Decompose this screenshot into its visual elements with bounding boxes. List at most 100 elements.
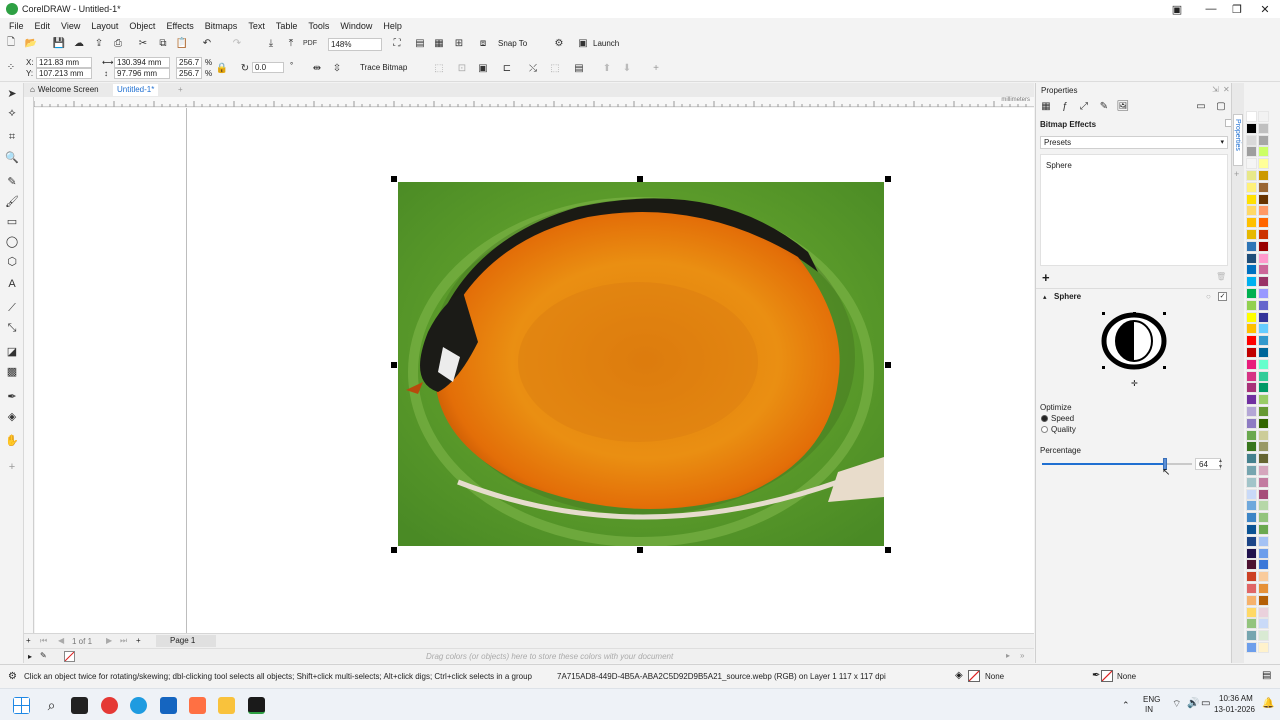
menu-file[interactable]: File [4, 21, 29, 31]
palette-swatch[interactable] [1258, 547, 1269, 559]
store-icon[interactable] [160, 697, 177, 714]
palette-swatch[interactable] [1246, 347, 1257, 358]
palette-swatch[interactable] [1258, 535, 1269, 547]
last-page-icon[interactable]: ⏭ [120, 636, 127, 646]
eyedropper-tray-icon[interactable]: ✎ [40, 651, 47, 660]
palette-swatch[interactable] [1258, 524, 1269, 535]
full-screen-icon[interactable]: ▤ [413, 36, 427, 50]
palette-swatch[interactable] [1246, 170, 1257, 181]
palette-swatch[interactable] [1246, 512, 1257, 524]
coreldraw-taskbar-icon[interactable] [248, 697, 265, 714]
import-icon[interactable]: ⤓ [264, 36, 278, 50]
to-front-icon[interactable]: ⬆ [600, 61, 614, 75]
menu-window[interactable]: Window [335, 21, 377, 31]
first-page-icon[interactable]: ⏮ [40, 636, 47, 646]
launch-icon[interactable]: ▣ [576, 36, 590, 50]
palette-swatch[interactable] [1258, 146, 1269, 158]
save-icon[interactable]: 💾 [52, 36, 66, 50]
ellipse-tool-icon[interactable]: ◯ [4, 233, 20, 249]
rectangle-tool-icon[interactable]: ▭ [4, 213, 20, 229]
palette-swatch[interactable] [1246, 134, 1257, 146]
collapse-arrow-icon[interactable]: ▴ [1043, 293, 1047, 301]
menu-edit[interactable]: Edit [30, 21, 56, 31]
palette-swatch[interactable] [1258, 134, 1269, 146]
effect-enabled-checkbox[interactable]: ✓ [1218, 292, 1227, 301]
palette-swatch[interactable] [1246, 618, 1257, 630]
sphere-center-preview[interactable] [1100, 311, 1168, 371]
palette-swatch[interactable] [1246, 429, 1257, 441]
palette-swatch[interactable] [1258, 394, 1269, 406]
palette-swatch[interactable] [1258, 382, 1269, 394]
pdf-icon[interactable]: PDF [303, 36, 317, 50]
tab-welcome-screen[interactable]: ⌂ Welcome Screen [26, 84, 103, 96]
palette-swatch[interactable] [1246, 158, 1257, 170]
palette-swatch[interactable] [1246, 335, 1257, 347]
gear-icon[interactable]: ⚙ [8, 671, 17, 682]
smart-fill-icon[interactable]: ✋ [4, 432, 20, 448]
palette-swatch[interactable] [1246, 488, 1257, 500]
menu-bitmaps[interactable]: Bitmaps [200, 21, 243, 31]
artistic-media-icon[interactable]: 🖌 [4, 193, 20, 209]
redo-icon[interactable]: ↷ [230, 36, 244, 50]
palette-swatch[interactable] [1246, 311, 1257, 323]
palette-swatch[interactable] [1246, 276, 1257, 288]
palette-swatch[interactable] [1246, 181, 1257, 193]
frame-alt-icon[interactable]: ▢ [1214, 99, 1228, 113]
palette-swatch[interactable] [1246, 524, 1257, 535]
palette-swatch[interactable] [1258, 642, 1269, 653]
undo-icon[interactable]: ↶ [200, 36, 214, 50]
wifi-icon[interactable]: ⌔ [1172, 698, 1181, 711]
palette-swatch[interactable] [1246, 559, 1257, 571]
y-position-field[interactable]: 107.213 mm [36, 68, 92, 79]
pick-tool-icon[interactable]: ➤ [4, 85, 20, 101]
freehand-tool-icon[interactable]: ✎ [4, 173, 20, 189]
palette-swatch[interactable] [1246, 406, 1257, 417]
add-toolbar-icon[interactable]: + [649, 61, 663, 75]
effect-reset-icon[interactable]: ○ [1206, 292, 1211, 301]
effects-list[interactable]: Sphere [1040, 154, 1228, 266]
speed-radio[interactable] [1041, 415, 1048, 422]
polygon-tool-icon[interactable]: ⬡ [4, 253, 20, 269]
palette-swatch[interactable] [1258, 559, 1269, 571]
palette-swatch[interactable] [1258, 158, 1269, 170]
volume-icon[interactable]: 🔊 [1187, 698, 1199, 709]
scale-y-field[interactable]: 256.7 [176, 68, 202, 79]
properties-side-tab[interactable]: Properties [1233, 114, 1243, 166]
palette-swatch[interactable] [1246, 417, 1257, 429]
selection-handle-tl[interactable] [391, 176, 397, 182]
palette-swatch[interactable] [1258, 229, 1269, 240]
sphere-bitmap-image[interactable] [398, 182, 884, 546]
clock-date[interactable]: 13-01-2026 [1214, 705, 1255, 714]
palette-swatch[interactable] [1246, 382, 1257, 394]
maximize-button[interactable]: ❐ [1222, 0, 1252, 18]
percentage-slider[interactable] [1042, 458, 1192, 470]
palette-swatch[interactable] [1258, 429, 1269, 441]
pen-tab-icon[interactable]: ✎ [1097, 99, 1111, 113]
palette-swatch[interactable] [1246, 476, 1257, 488]
docker-float-icon[interactable]: ⇲ [1212, 85, 1219, 94]
snap-to-dropdown[interactable]: Snap To [498, 39, 527, 48]
tray-scroll-right-icon[interactable]: ▸ [1006, 651, 1010, 660]
palette-swatch[interactable] [1246, 288, 1257, 299]
palette-swatch[interactable] [1246, 500, 1257, 512]
windows-start-icon[interactable] [13, 697, 30, 714]
transform-tab-icon[interactable]: ⤢ [1077, 99, 1091, 113]
rotation-icon[interactable]: ↻ [238, 61, 252, 75]
palette-swatch[interactable] [1258, 240, 1269, 252]
vertical-ruler[interactable] [24, 97, 34, 633]
palette-swatch[interactable] [1258, 583, 1269, 594]
zoom-tool-icon[interactable]: 🔍 [4, 149, 20, 165]
palette-swatch[interactable] [1246, 252, 1257, 264]
tray-arrow-icon[interactable]: ▸ [28, 652, 32, 661]
palette-swatch[interactable] [1258, 358, 1269, 370]
paste-icon[interactable]: 📋 [175, 36, 189, 50]
notifications-icon[interactable]: 🔔 [1262, 698, 1274, 709]
status-menu-icon[interactable]: ▤ [1262, 670, 1271, 681]
to-back-icon[interactable]: ⬇ [620, 61, 634, 75]
tray-arrow-up-icon[interactable]: ⌃ [1122, 700, 1130, 711]
palette-swatch[interactable] [1258, 441, 1269, 453]
palette-swatch[interactable] [1258, 453, 1269, 465]
palette-swatch[interactable] [1246, 264, 1257, 276]
palette-swatch[interactable] [1258, 335, 1269, 347]
palette-swatch[interactable] [1258, 205, 1269, 217]
